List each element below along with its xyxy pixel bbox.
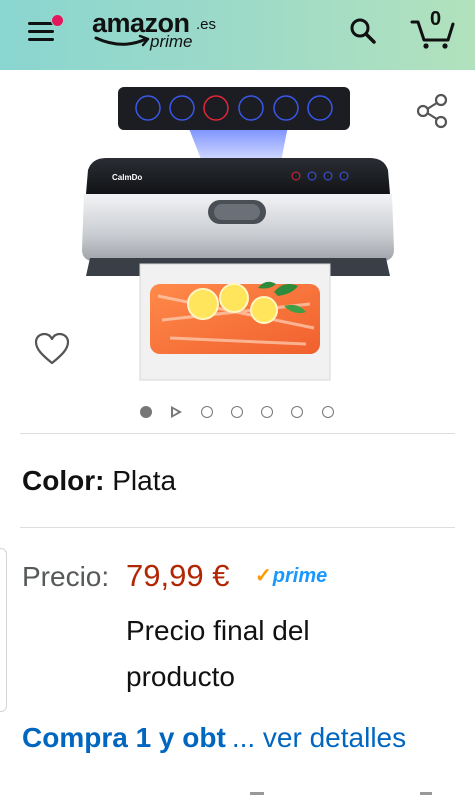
logo-suffix: .es <box>196 16 217 33</box>
top-header: amazon .es prime 0 <box>0 0 475 70</box>
cart-button[interactable]: 0 <box>410 8 456 49</box>
carousel-dot[interactable] <box>291 406 303 418</box>
color-value: Plata <box>112 465 177 496</box>
color-selection[interactable]: Color: Plata <box>22 464 176 498</box>
next-section-edge <box>250 792 432 795</box>
logo-prime-text: prime <box>150 32 193 51</box>
notification-dot <box>51 14 64 27</box>
color-label: Color: <box>22 465 105 496</box>
logo-smile-icon <box>94 34 150 47</box>
promotion-link[interactable]: Compra 1 y obt... ver detalles <box>22 720 406 756</box>
carousel-dot[interactable] <box>231 406 243 418</box>
price-label: Precio: <box>22 561 110 592</box>
price-note: Precio final del producto <box>126 615 310 692</box>
search-icon[interactable] <box>348 16 378 46</box>
see-details-link[interactable]: ... ver detalles <box>232 722 406 753</box>
image-carousel-indicators[interactable] <box>138 404 338 422</box>
carousel-dot[interactable] <box>201 406 213 418</box>
svg-text:CalmDo: CalmDo <box>112 173 142 182</box>
price-value: 79,99 € <box>126 558 230 593</box>
wishlist-heart-icon[interactable] <box>34 332 70 366</box>
amazon-prime-logo[interactable]: amazon .es prime <box>92 8 232 60</box>
carousel-dot[interactable] <box>322 406 334 418</box>
carousel-dot[interactable] <box>261 406 273 418</box>
prime-label: prime <box>272 565 328 587</box>
divider <box>20 527 455 528</box>
carousel-dot[interactable] <box>140 406 152 418</box>
video-play-inner <box>173 409 178 415</box>
side-panel-handle[interactable] <box>0 548 7 712</box>
prime-badge: ✓prime <box>255 564 327 588</box>
divider <box>20 433 455 434</box>
promotion-text[interactable]: Compra 1 y obt <box>22 722 226 753</box>
vacuum-sealer-product-image[interactable]: CalmDo <box>78 82 398 387</box>
share-icon[interactable] <box>414 92 450 130</box>
prime-check-icon: ✓ <box>255 565 272 587</box>
cart-icon <box>410 20 455 49</box>
hamburger-menu-icon[interactable] <box>24 14 64 44</box>
